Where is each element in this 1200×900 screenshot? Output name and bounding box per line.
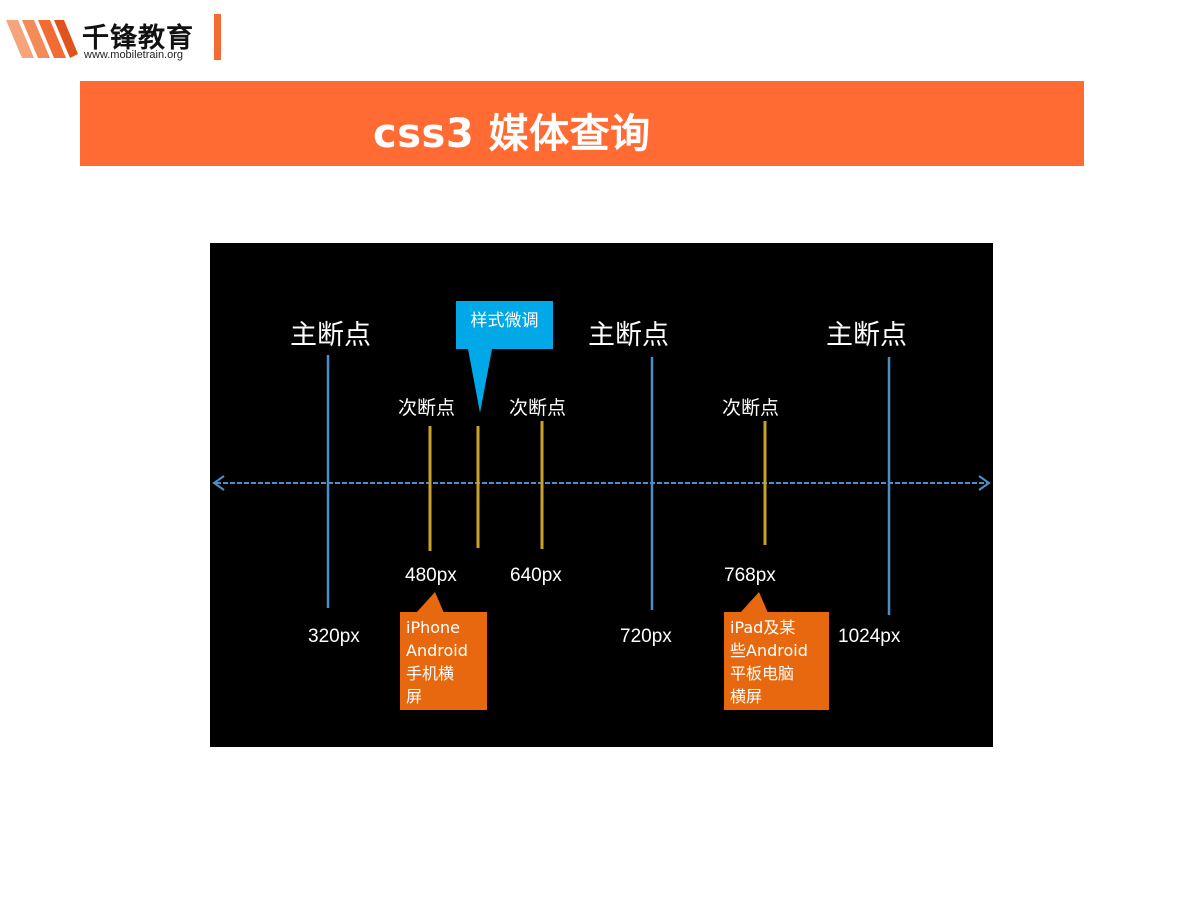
phone-landscape-callout: iPhone Android 手机横 屏	[400, 612, 487, 710]
brand-url: www.mobiletrain.org	[84, 49, 184, 61]
breakpoint-diagram: 主断点 主断点 主断点 次断点 次断点 次断点 样式微调 480px 640px…	[210, 243, 993, 747]
phone-callout-pointer	[416, 592, 444, 613]
main-breakpoint-value-1024: 1024px	[838, 626, 901, 647]
brand-logo: 千锋教育 www.mobiletrain.org	[0, 8, 230, 68]
sub-breakpoint-label-1: 次断点	[398, 397, 456, 419]
main-breakpoint-value-720: 720px	[620, 626, 672, 647]
sub-breakpoint-value-768: 768px	[724, 565, 776, 586]
sub-breakpoint-value-480: 480px	[405, 565, 457, 586]
main-breakpoint-value-320: 320px	[308, 626, 360, 647]
sub-breakpoint-label-2: 次断点	[509, 397, 567, 419]
main-breakpoint-label-2: 主断点	[588, 320, 669, 351]
main-breakpoint-label-1: 主断点	[290, 320, 371, 351]
tablet-landscape-callout: iPad及某 些Android 平板电脑 横屏	[724, 612, 829, 710]
sub-breakpoint-label-3: 次断点	[722, 397, 780, 419]
brand-accent-bar	[214, 14, 221, 60]
tablet-callout-pointer	[740, 592, 768, 613]
tweak-callout-pointer	[468, 349, 492, 413]
sub-breakpoint-value-640: 640px	[510, 565, 562, 586]
logo-mark-icon	[6, 20, 78, 58]
main-breakpoint-label-3: 主断点	[826, 320, 907, 351]
page-title: css3 媒体查询	[373, 111, 651, 157]
title-banner: css3 媒体查询	[80, 81, 1084, 166]
style-tweak-callout: 样式微调	[456, 301, 553, 349]
